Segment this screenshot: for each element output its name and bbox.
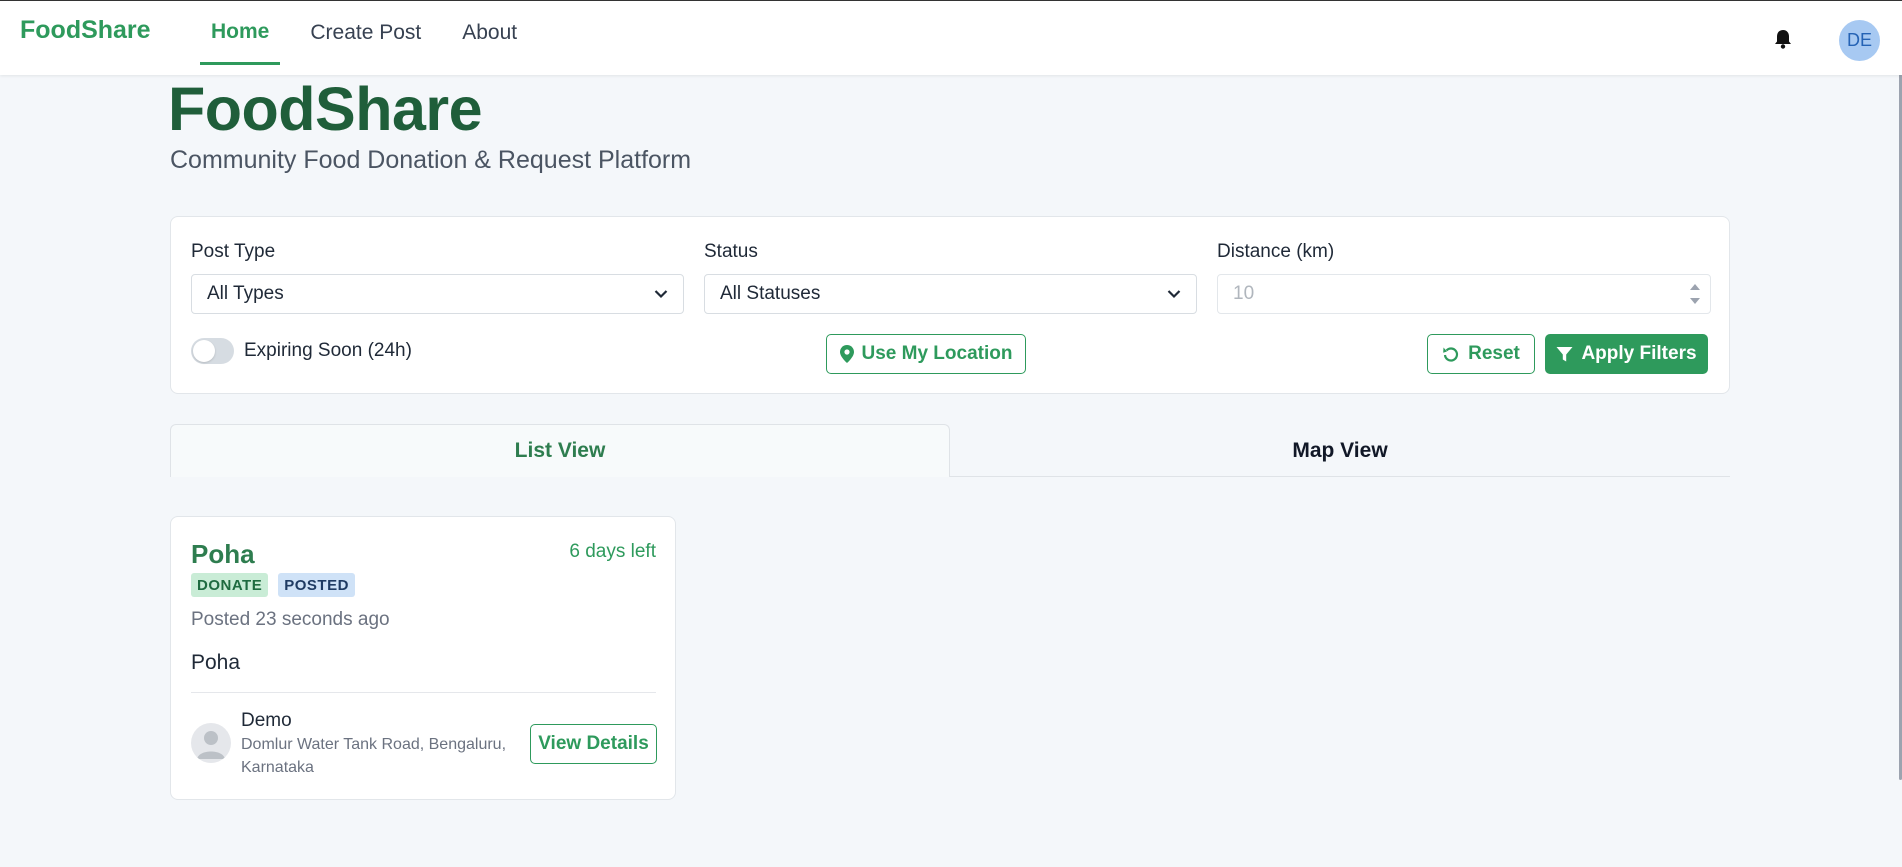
post-card: Poha 6 days left DONATE POSTED Posted 23… xyxy=(170,516,676,800)
number-spinner-icon[interactable] xyxy=(1688,279,1702,309)
map-pin-icon xyxy=(839,345,854,363)
view-tabs: List View Map View xyxy=(170,424,1730,477)
user-avatar-icon xyxy=(191,723,231,763)
post-type-select[interactable]: All Types xyxy=(191,274,684,314)
distance-label: Distance (km) xyxy=(1217,241,1335,262)
tab-list-view[interactable]: List View xyxy=(170,424,950,477)
reset-button[interactable]: Reset xyxy=(1427,334,1535,374)
top-navbar: FoodShare Home Create Post About DE xyxy=(0,0,1902,75)
expiring-soon-label: Expiring Soon (24h) xyxy=(244,340,412,361)
nav-link-about[interactable]: About xyxy=(451,1,528,65)
chevron-down-icon xyxy=(654,290,668,299)
reset-label: Reset xyxy=(1468,343,1520,364)
nav-links: Home Create Post About xyxy=(200,1,547,76)
distance-placeholder: 10 xyxy=(1233,283,1255,304)
expiring-soon-toggle-row: Expiring Soon (24h) xyxy=(191,338,412,364)
brand-logo[interactable]: FoodShare xyxy=(20,16,151,45)
status-label: Status xyxy=(704,241,758,262)
tab-map-view[interactable]: Map View xyxy=(950,424,1730,477)
distance-input[interactable]: 10 xyxy=(1217,274,1711,314)
apply-filters-button[interactable]: Apply Filters xyxy=(1545,334,1708,374)
type-badge: DONATE xyxy=(191,573,269,597)
status-value: All Statuses xyxy=(720,283,821,304)
post-title: Poha xyxy=(191,539,255,569)
bell-icon[interactable] xyxy=(1772,27,1794,51)
nav-link-create-post[interactable]: Create Post xyxy=(299,1,432,65)
post-type-label: Post Type xyxy=(191,241,276,262)
use-my-location-button[interactable]: Use My Location xyxy=(826,334,1026,374)
user-avatar-button[interactable]: DE xyxy=(1839,20,1880,61)
post-description: Poha xyxy=(191,651,241,674)
page-title: FoodShare xyxy=(168,75,483,143)
page-subtitle: Community Food Donation & Request Platfo… xyxy=(170,146,692,174)
post-badges: DONATE POSTED xyxy=(191,573,365,597)
apply-filters-label: Apply Filters xyxy=(1581,343,1697,364)
posted-timestamp: Posted 23 seconds ago xyxy=(191,609,390,630)
undo-icon xyxy=(1443,347,1459,362)
expiry-countdown: 6 days left xyxy=(569,541,656,562)
status-select[interactable]: All Statuses xyxy=(704,274,1197,314)
expiring-soon-toggle[interactable] xyxy=(191,338,234,364)
chevron-down-icon xyxy=(1167,290,1181,299)
poster-address: Domlur Water Tank Road, Bengaluru, Karna… xyxy=(241,736,507,776)
card-divider xyxy=(191,692,656,693)
poster-name: Demo xyxy=(241,710,292,731)
use-my-location-label: Use My Location xyxy=(861,343,1013,364)
nav-link-home[interactable]: Home xyxy=(200,1,281,65)
post-type-value: All Types xyxy=(207,283,284,304)
view-details-button[interactable]: View Details xyxy=(530,724,657,764)
toggle-knob xyxy=(193,340,215,362)
filter-panel: Post Type All Types Status All Statuses … xyxy=(170,216,1730,394)
status-badge: POSTED xyxy=(278,573,355,597)
filter-icon xyxy=(1556,346,1573,361)
